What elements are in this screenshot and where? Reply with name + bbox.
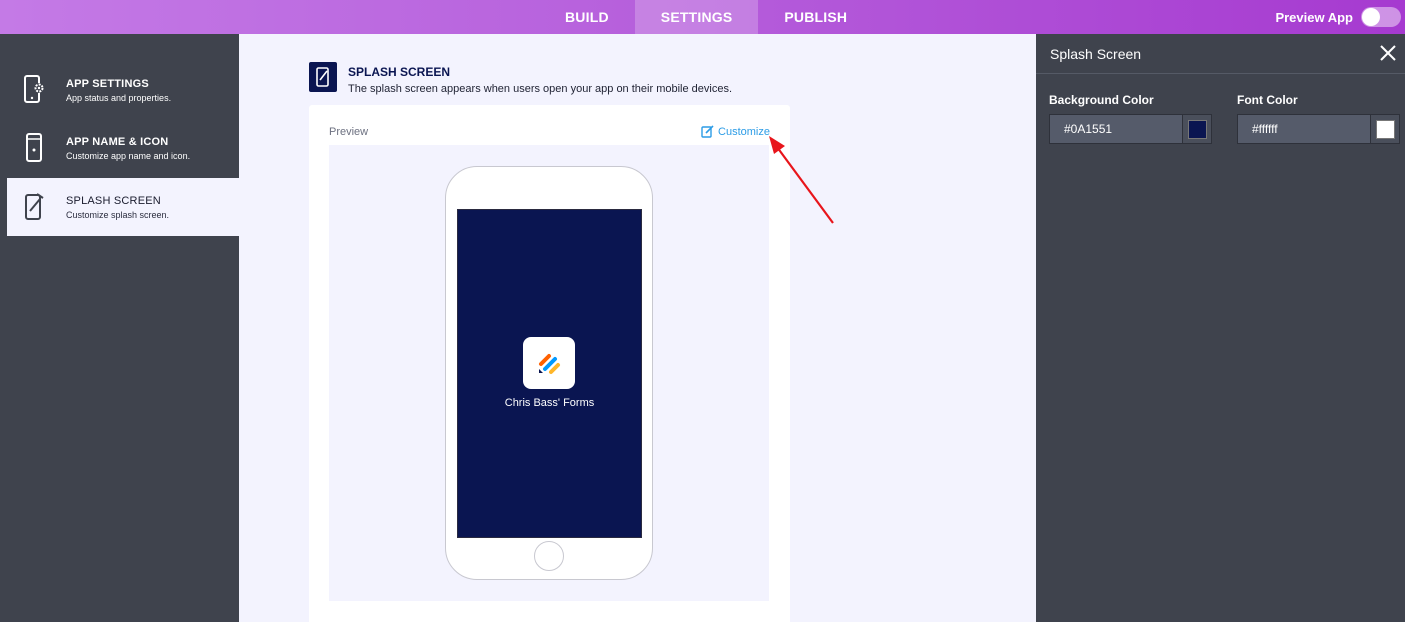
app-name: Chris Bass' Forms	[504, 397, 595, 409]
phone-edit-icon	[23, 192, 45, 222]
sidebar-item-text: APP SETTINGS App status and properties.	[66, 78, 171, 103]
sidebar-item-app-settings[interactable]: APP SETTINGS App status and properties.	[7, 61, 239, 119]
phone-preview-area: Chris Bass' Forms	[329, 145, 769, 601]
sidebar-item-title: SPLASH SCREEN	[66, 194, 161, 207]
background-color-label: Background Color	[1049, 93, 1154, 107]
background-color-swatch	[1187, 119, 1207, 139]
annotation-arrow	[769, 136, 834, 224]
section-text: SPLASH SCREEN The splash screen appears …	[348, 62, 732, 95]
toggle-knob	[1362, 8, 1380, 26]
section-title: SPLASH SCREEN	[348, 65, 451, 79]
font-color-input[interactable]	[1238, 115, 1370, 143]
phone-edit-icon	[309, 62, 337, 92]
preview-card: Preview Customize Chris Bass' Forms	[309, 105, 790, 622]
tab-build[interactable]: BUILD	[539, 0, 635, 34]
main-content: SPLASH SCREEN The splash screen appears …	[239, 34, 1036, 622]
section-description: The splash screen appears when users ope…	[348, 83, 733, 95]
edit-icon	[701, 125, 714, 138]
panel-header: Splash Screen	[1036, 34, 1405, 74]
sidebar-item-title: APP NAME & ICON	[66, 135, 169, 148]
close-icon[interactable]	[1379, 44, 1397, 62]
sidebar-item-app-name-icon[interactable]: APP NAME & ICON Customize app name and i…	[7, 119, 239, 177]
main-tabs: BUILD SETTINGS PUBLISH	[539, 0, 873, 34]
phone-home-button	[534, 541, 564, 571]
preview-label: Preview	[329, 126, 369, 138]
phone-gear-icon	[23, 75, 45, 105]
font-color-picker[interactable]	[1370, 115, 1399, 143]
phone-mockup: Chris Bass' Forms	[445, 166, 653, 580]
splash-screen-panel: Splash Screen Background Color Font Colo…	[1036, 34, 1405, 622]
background-color-input[interactable]	[1050, 115, 1182, 143]
panel-title: Splash Screen	[1050, 46, 1142, 62]
tab-settings[interactable]: SETTINGS	[634, 0, 759, 34]
preview-app-label: Preview App	[1275, 9, 1353, 25]
background-color-field	[1049, 114, 1212, 144]
phone-icon	[23, 133, 45, 163]
top-bar: BUILD SETTINGS PUBLISH Preview App	[0, 0, 1405, 34]
sidebar-item-title: APP SETTINGS	[66, 77, 149, 90]
font-color-swatch	[1375, 119, 1395, 139]
sidebar-item-splash-screen[interactable]: SPLASH SCREEN Customize splash screen.	[7, 178, 239, 236]
sidebar-item-subtitle: Customize app name and icon.	[66, 150, 191, 161]
app-icon	[523, 337, 575, 389]
background-color-picker[interactable]	[1182, 115, 1211, 143]
splash-screen-preview: Chris Bass' Forms	[457, 209, 642, 538]
font-color-field	[1237, 114, 1400, 144]
settings-sidebar: APP SETTINGS App status and properties. …	[0, 34, 239, 622]
sidebar-item-text: APP NAME & ICON Customize app name and i…	[66, 136, 190, 161]
section-header: SPLASH SCREEN The splash screen appears …	[309, 62, 732, 95]
preview-app-control: Preview App	[1275, 0, 1401, 34]
preview-app-toggle[interactable]	[1361, 7, 1401, 27]
tab-publish[interactable]: PUBLISH	[758, 0, 873, 34]
font-color-label: Font Color	[1237, 93, 1298, 107]
sidebar-item-subtitle: Customize splash screen.	[66, 209, 170, 220]
jotform-logo-icon	[539, 354, 560, 374]
sidebar-item-text: SPLASH SCREEN Customize splash screen.	[66, 195, 169, 220]
sidebar-item-subtitle: App status and properties.	[66, 92, 172, 103]
